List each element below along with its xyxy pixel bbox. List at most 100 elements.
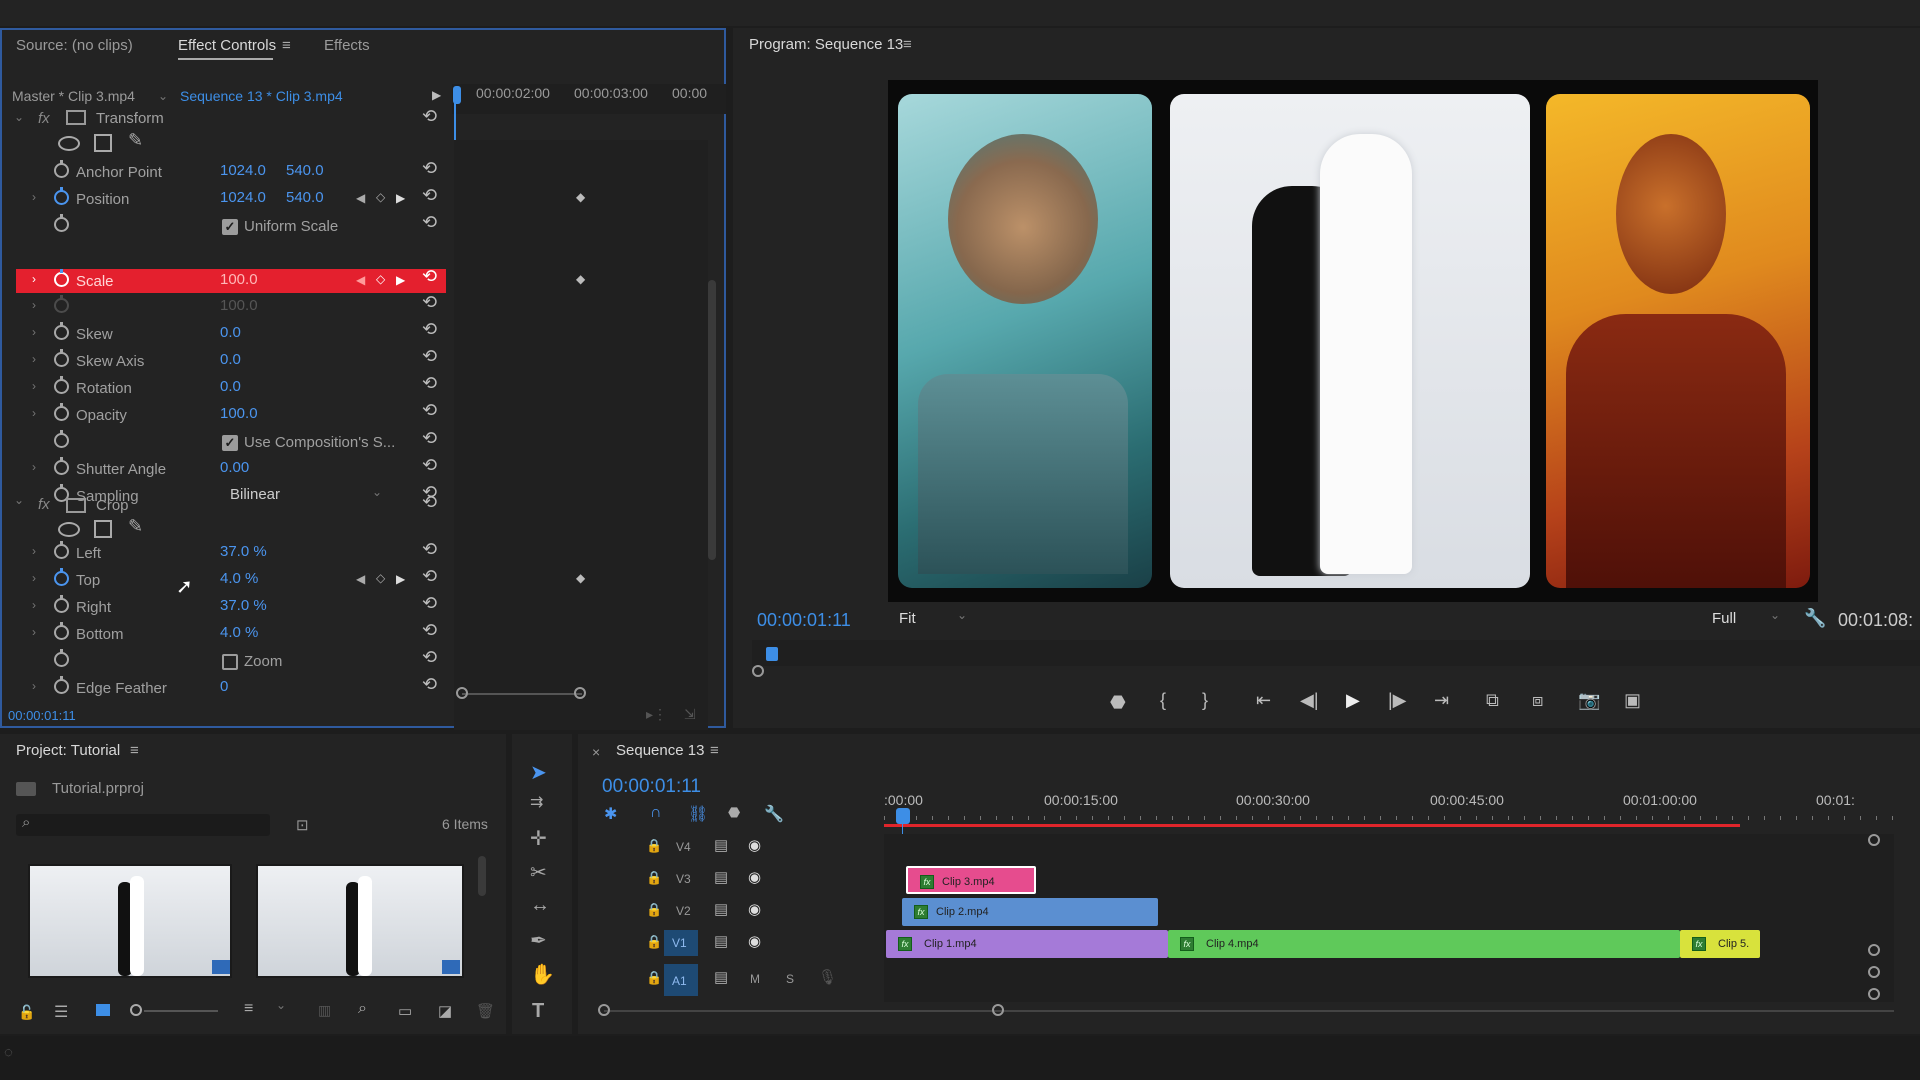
sync-lock-icon[interactable]: ▤ — [714, 868, 728, 886]
zoom-handle-right[interactable] — [992, 1004, 1004, 1016]
reset-icon[interactable]: ⟲ — [422, 106, 437, 127]
clip-4[interactable]: fx Clip 4.mp4 — [1168, 930, 1680, 958]
reset-icon[interactable]: ⟲ — [422, 566, 437, 587]
sync-lock-icon[interactable]: ▤ — [714, 932, 728, 950]
collapse-chevron-icon[interactable]: ⌄ — [14, 493, 24, 507]
trash-icon[interactable]: 🗑 — [476, 1002, 495, 1020]
opacity-value[interactable]: 100.0 — [220, 405, 258, 422]
expand-chevron-icon[interactable]: › — [32, 460, 36, 474]
track-label-v3[interactable]: V3 — [676, 872, 691, 886]
timeline-playhead[interactable] — [896, 808, 910, 824]
crop-right-value[interactable]: 37.0 % — [220, 597, 267, 614]
expand-chevron-icon[interactable]: › — [32, 272, 36, 286]
ellipse-mask-icon[interactable] — [58, 522, 80, 537]
scale-value[interactable]: 100.0 — [220, 271, 258, 288]
add-marker-icon[interactable]: ⬣ — [728, 804, 740, 821]
master-clip-label[interactable]: Master * Clip 3.mp4 — [12, 88, 135, 104]
reset-icon[interactable]: ⟲ — [422, 212, 437, 233]
panel-menu-icon[interactable]: ≡ — [710, 742, 719, 759]
razor-tool-icon[interactable]: ✂ — [530, 860, 547, 885]
find-icon[interactable]: ⌕ — [358, 1000, 367, 1018]
play-arrow-icon[interactable]: ▶ — [432, 88, 441, 102]
clip-5[interactable]: fx Clip 5. — [1680, 930, 1760, 958]
ripple-edit-tool-icon[interactable]: ✛ — [530, 826, 547, 851]
project-thumbnail[interactable] — [256, 864, 464, 978]
project-thumbnail[interactable] — [28, 864, 232, 978]
eye-icon[interactable]: ◉ — [748, 836, 761, 854]
new-bin-icon[interactable]: ▭ — [398, 1002, 412, 1020]
expand-chevron-icon[interactable]: › — [32, 598, 36, 612]
anchor-x-value[interactable]: 1024.0 — [220, 162, 266, 179]
export-frame-icon[interactable]: 📷 — [1578, 690, 1600, 711]
export-icon[interactable]: ⇲ — [684, 706, 696, 723]
new-item-icon[interactable]: ◪ — [438, 1002, 452, 1020]
lock-icon[interactable]: 🔒 — [646, 970, 662, 986]
track-label-v4[interactable]: V4 — [676, 840, 691, 854]
stopwatch-icon[interactable] — [54, 214, 69, 232]
stopwatch-icon[interactable] — [54, 430, 69, 448]
reset-icon[interactable]: ⟲ — [422, 400, 437, 421]
lock-icon[interactable]: 🔒 — [646, 870, 662, 886]
expand-chevron-icon[interactable]: › — [32, 325, 36, 339]
reset-icon[interactable]: ⟲ — [422, 185, 437, 206]
lock-icon[interactable]: 🔒 — [646, 838, 662, 854]
reset-icon[interactable]: ⟲ — [422, 539, 437, 560]
pen-tool-icon[interactable]: ✒ — [530, 928, 547, 953]
track-label-a1[interactable]: A1 — [672, 974, 687, 988]
zoom-checkbox[interactable] — [222, 654, 238, 670]
mute-button[interactable]: M — [750, 972, 760, 986]
skew-value[interactable]: 0.0 — [220, 324, 241, 341]
track-label-v2[interactable]: V2 — [676, 904, 691, 918]
fit-dropdown[interactable]: Fit ⌄ — [893, 608, 973, 630]
expand-chevron-icon[interactable]: › — [32, 406, 36, 420]
expand-chevron-icon[interactable]: › — [32, 679, 36, 693]
timeline-settings-icon[interactable]: 🔧 — [764, 804, 784, 824]
go-to-out-icon[interactable]: ⇥ — [1434, 690, 1449, 711]
stopwatch-icon[interactable] — [54, 457, 69, 475]
program-playhead[interactable] — [766, 647, 778, 661]
wrench-icon[interactable]: 🔧 — [1804, 608, 1826, 629]
ec-zoom-scroller[interactable] — [462, 693, 582, 695]
eye-icon[interactable]: ◉ — [748, 932, 761, 950]
next-keyframe-icon[interactable]: ▶ — [396, 273, 405, 287]
chevron-down-icon[interactable]: ⌄ — [276, 998, 286, 1012]
close-icon[interactable]: × — [592, 744, 600, 760]
pen-mask-icon[interactable]: ✎ — [128, 516, 143, 537]
vertical-scroll-handle[interactable] — [1868, 988, 1880, 1000]
zoom-handle-left[interactable] — [456, 687, 468, 699]
prev-keyframe-icon[interactable]: ◀ — [356, 191, 365, 205]
vertical-scroll-handle[interactable] — [1868, 966, 1880, 978]
program-video-frame[interactable] — [888, 80, 1818, 602]
expand-chevron-icon[interactable]: › — [32, 298, 36, 312]
eye-icon[interactable]: ◉ — [748, 868, 761, 886]
stopwatch-icon[interactable] — [54, 160, 69, 178]
sync-lock-icon[interactable]: ▤ — [714, 968, 728, 986]
type-tool-icon[interactable]: T — [532, 1000, 544, 1023]
stopwatch-icon[interactable] — [54, 403, 69, 421]
add-keyframe-icon[interactable]: ◇ — [376, 571, 385, 585]
prev-keyframe-icon[interactable]: ◀ — [356, 572, 365, 586]
zoom-handle-right[interactable] — [574, 687, 586, 699]
uniform-scale-checkbox[interactable]: ✓ — [222, 219, 238, 235]
track-v4[interactable] — [884, 834, 1894, 866]
vertical-scroll-handle[interactable] — [1868, 834, 1880, 846]
add-keyframe-icon[interactable]: ◇ — [376, 272, 385, 286]
icon-view-icon[interactable] — [96, 1004, 110, 1016]
resolution-dropdown[interactable]: Full ⌄ — [1706, 608, 1786, 630]
track-label-v1[interactable]: V1 — [672, 936, 687, 950]
keyframe-diamond-icon[interactable]: ◆ — [576, 272, 585, 286]
clip-3[interactable]: fx Clip 3.mp4 — [906, 866, 1036, 894]
position-x-value[interactable]: 1024.0 — [220, 189, 266, 206]
reset-icon[interactable]: ⟲ — [422, 346, 437, 367]
stopwatch-icon[interactable] — [54, 349, 69, 367]
expand-chevron-icon[interactable]: › — [32, 625, 36, 639]
ec-scrollbar[interactable] — [708, 280, 716, 560]
sync-lock-icon[interactable]: ▤ — [714, 900, 728, 918]
new-bin-icon[interactable]: ⊡ — [296, 816, 309, 834]
next-keyframe-icon[interactable]: ▶ — [396, 572, 405, 586]
reset-icon[interactable]: ⟲ — [422, 647, 437, 668]
reset-icon[interactable]: ⟲ — [422, 373, 437, 394]
stopwatch-icon[interactable] — [54, 649, 69, 667]
next-keyframe-icon[interactable]: ▶ — [396, 191, 405, 205]
sampling-dropdown[interactable]: Bilinear ⌄ — [226, 485, 392, 505]
